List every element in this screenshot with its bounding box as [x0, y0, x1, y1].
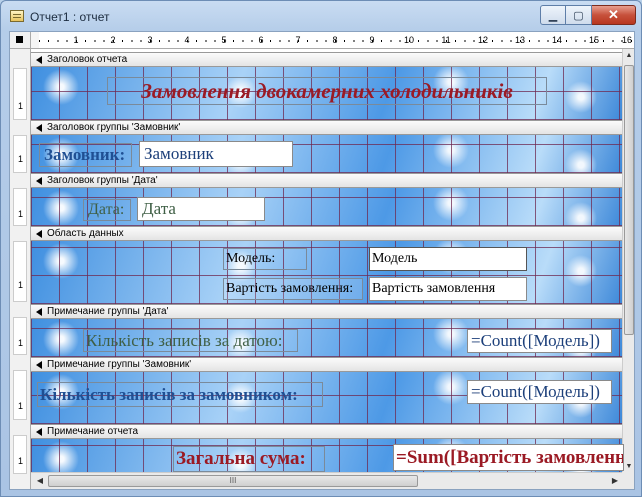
vruler-segment: 1: [13, 370, 27, 420]
ruler-tick: 9: [369, 35, 375, 45]
report-icon: [10, 10, 24, 22]
vruler-tick: 1: [18, 101, 24, 111]
scroll-up-icon[interactable]: ▲: [624, 51, 634, 61]
total-label[interactable]: Загальна сума:: [173, 446, 325, 472]
date-group-header-band[interactable]: Дата: Дата: [31, 188, 624, 226]
model-label[interactable]: Модель:: [223, 248, 307, 270]
count-by-customer-label[interactable]: Кількість записів за замовником:: [37, 382, 323, 407]
total-textbox[interactable]: =Sum([Вартість замовлення]): [393, 444, 624, 471]
window-title: Отчет1 : отчет: [30, 10, 110, 24]
cost-textbox[interactable]: Вартість замовлення: [369, 277, 527, 301]
vruler-tick: 1: [18, 154, 24, 164]
report-footer-band[interactable]: Загальна сума: =Sum([Вартість замовлення…: [31, 439, 624, 474]
section-header-customer-group[interactable]: Заголовок группы 'Замовник': [31, 120, 624, 135]
scroll-down-icon[interactable]: ▼: [624, 462, 634, 472]
ruler-scale: 1 2 3 4 5 6 7 8 9 10 11 12 13 14 15 16: [39, 32, 634, 48]
date-label[interactable]: Дата:: [83, 199, 131, 221]
section-header-detail[interactable]: Область данных: [31, 226, 624, 241]
vruler-segment: 1: [13, 135, 27, 173]
maximize-button[interactable]: ▢: [566, 5, 592, 25]
ruler-tick: 11: [441, 35, 451, 45]
ruler-tick: 1: [73, 35, 79, 45]
vertical-scrollbar[interactable]: ▲ ▼: [622, 49, 634, 474]
section-header-date-footer[interactable]: Примечание группы 'Дата': [31, 304, 624, 319]
ruler-tick: 7: [295, 35, 301, 45]
minimize-button[interactable]: ▁: [540, 5, 566, 25]
scroll-left-icon[interactable]: ◀: [33, 475, 47, 487]
vruler-segment: 1: [13, 188, 27, 226]
ruler-tick: 5: [221, 35, 227, 45]
ruler-tick: 12: [477, 35, 489, 45]
ruler-tick: 2: [110, 35, 116, 45]
scroll-right-icon[interactable]: ▶: [608, 475, 622, 487]
ruler-tick: 14: [551, 35, 563, 45]
report-header-band[interactable]: Замовлення двокамерних холодильників: [31, 67, 624, 120]
ruler-tick: 4: [184, 35, 190, 45]
title-bar[interactable]: Отчет1 : отчет ▁ ▢ ✕: [1, 1, 641, 31]
vruler-segment: 1: [13, 241, 27, 302]
vruler-tick: 1: [18, 401, 24, 411]
count-by-date-label[interactable]: Кількість записів за датою:: [83, 329, 298, 352]
section-header-date-group[interactable]: Заголовок группы 'Дата': [31, 173, 624, 188]
report-design-surface: 1 2 3 4 5 6 7 8 9 10 11 12 13 14 15 16 1…: [9, 31, 635, 490]
section-header-report[interactable]: Заголовок отчета: [31, 52, 624, 67]
horizontal-scroll-thumb[interactable]: III: [48, 475, 418, 487]
customer-textbox[interactable]: Замовник: [139, 141, 293, 167]
select-report-square: [16, 36, 23, 43]
ruler-tick: 8: [332, 35, 338, 45]
date-group-footer-band[interactable]: Кількість записів за датою: =Count([Моде…: [31, 319, 624, 357]
model-textbox[interactable]: Модель: [369, 247, 527, 271]
vertical-ruler[interactable]: 1 1 1 1 1 1 1: [10, 49, 31, 489]
vruler-tick: 1: [18, 338, 24, 348]
vruler-tick: 1: [18, 209, 24, 219]
detail-band[interactable]: Модель: Модель Вартість замовлення: Варт…: [31, 241, 624, 304]
vruler-tick: 1: [18, 456, 24, 466]
size-grip[interactable]: [622, 472, 634, 489]
vruler-tick: 1: [18, 280, 24, 290]
vertical-scroll-thumb[interactable]: [624, 65, 634, 335]
ruler-tick: 16: [621, 35, 633, 45]
ruler-tick: 15: [588, 35, 600, 45]
ruler-tick: 3: [147, 35, 153, 45]
count-by-date-textbox[interactable]: =Count([Модель]): [467, 329, 612, 353]
ruler-tick: 6: [258, 35, 264, 45]
report-window: Отчет1 : отчет ▁ ▢ ✕ 1 2 3 4 5 6 7 8 9 1…: [0, 0, 642, 497]
vruler-segment: 1: [13, 435, 27, 474]
horizontal-ruler[interactable]: 1 2 3 4 5 6 7 8 9 10 11 12 13 14 15 16: [31, 32, 634, 49]
ruler-tick: 13: [514, 35, 526, 45]
date-textbox[interactable]: Дата: [137, 197, 265, 221]
section-header-report-footer[interactable]: Примечание отчета: [31, 424, 624, 439]
customer-group-header-band[interactable]: Замовник: Замовник: [31, 135, 624, 173]
vruler-segment: 1: [13, 317, 27, 355]
section-header-customer-footer[interactable]: Примечание группы 'Замовник': [31, 357, 624, 372]
select-report-box[interactable]: [10, 32, 31, 49]
report-title-label[interactable]: Замовлення двокамерних холодильників: [107, 77, 547, 105]
customer-label[interactable]: Замовник:: [39, 143, 132, 167]
horizontal-scrollbar[interactable]: ◀ III ▶: [31, 472, 624, 489]
customer-group-footer-band[interactable]: Кількість записів за замовником: =Count(…: [31, 372, 624, 424]
count-by-customer-textbox[interactable]: =Count([Модель]): [467, 380, 612, 404]
vruler-segment: 1: [13, 68, 27, 120]
ruler-tick: 10: [403, 35, 415, 45]
cost-label[interactable]: Вартість замовлення:: [223, 278, 363, 300]
close-button[interactable]: ✕: [592, 5, 636, 25]
